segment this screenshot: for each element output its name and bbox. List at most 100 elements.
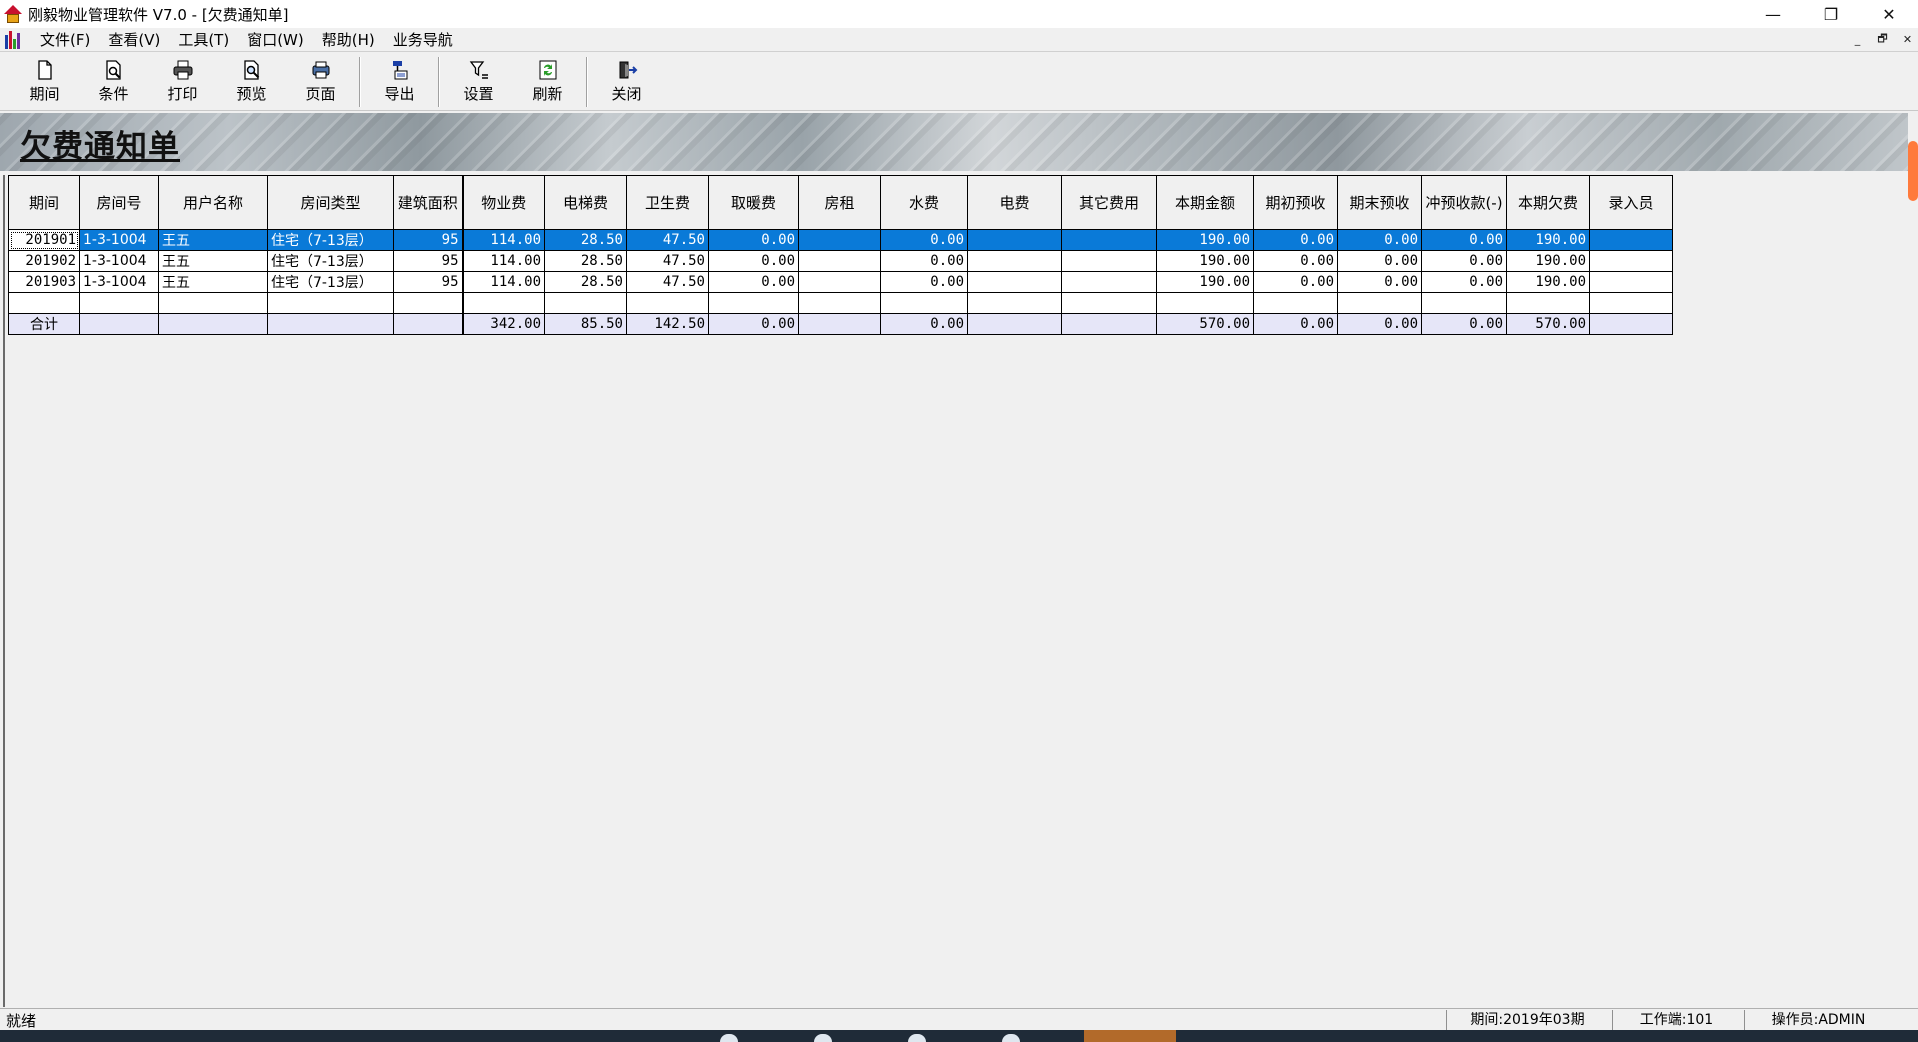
table-cell[interactable] xyxy=(708,292,799,314)
menu-window[interactable]: 窗口(W) xyxy=(238,29,313,50)
column-header[interactable]: 建筑面积 xyxy=(393,175,464,230)
table-cell[interactable]: 201901 xyxy=(8,229,80,251)
table-cell[interactable]: 住宅（7-13层） xyxy=(267,271,394,293)
mdi-restore-button[interactable]: 🗗 xyxy=(1874,31,1891,48)
table-cell[interactable] xyxy=(798,313,881,335)
column-header[interactable]: 冲预收款(-) xyxy=(1421,175,1507,230)
column-header[interactable]: 电梯费 xyxy=(544,175,627,230)
table-cell[interactable]: 0.00 xyxy=(1253,250,1338,272)
column-header[interactable]: 物业费 xyxy=(462,175,545,230)
menu-file[interactable]: 文件(F) xyxy=(31,29,99,50)
export-button[interactable]: 导出 xyxy=(365,56,434,108)
table-cell[interactable]: 0.00 xyxy=(880,250,968,272)
table-cell[interactable]: 0.00 xyxy=(880,229,968,251)
condition-button[interactable]: 条件 xyxy=(79,56,148,108)
table-cell[interactable] xyxy=(967,313,1062,335)
table-cell[interactable] xyxy=(798,250,881,272)
period-button[interactable]: 期间 xyxy=(10,56,79,108)
table-cell[interactable]: 190.00 xyxy=(1506,250,1590,272)
mdi-minimize-button[interactable]: _ xyxy=(1849,31,1866,48)
menu-business-nav[interactable]: 业务导航 xyxy=(384,29,462,50)
table-cell[interactable]: 0.00 xyxy=(880,313,968,335)
table-cell[interactable]: 190.00 xyxy=(1156,229,1254,251)
table-cell[interactable]: 1-3-1004 xyxy=(79,250,159,272)
taskbar-icon[interactable] xyxy=(814,1034,832,1042)
table-cell[interactable] xyxy=(798,292,881,314)
table-cell[interactable]: 0.00 xyxy=(708,271,799,293)
column-header[interactable]: 电费 xyxy=(967,175,1062,230)
table-cell[interactable] xyxy=(158,292,268,314)
table-cell[interactable]: 201902 xyxy=(8,250,80,272)
table-cell[interactable]: 47.50 xyxy=(626,271,709,293)
table-cell[interactable] xyxy=(79,313,159,335)
table-cell[interactable] xyxy=(1589,313,1673,335)
table-cell[interactable]: 142.50 xyxy=(626,313,709,335)
table-cell[interactable]: 0.00 xyxy=(1337,313,1422,335)
chart-icon[interactable] xyxy=(5,30,25,49)
refresh-button[interactable]: 刷新 xyxy=(513,56,582,108)
table-cell[interactable]: 114.00 xyxy=(462,250,545,272)
table-cell[interactable] xyxy=(1337,292,1422,314)
vertical-scrollbar[interactable] xyxy=(1908,113,1918,1007)
table-cell[interactable]: 95 xyxy=(393,271,464,293)
table-cell[interactable]: 0.00 xyxy=(1253,271,1338,293)
table-cell[interactable]: 王五 xyxy=(158,250,268,272)
scrollbar-thumb[interactable] xyxy=(1908,141,1918,201)
close-button[interactable]: ✕ xyxy=(1860,0,1918,28)
table-cell[interactable] xyxy=(880,292,968,314)
table-cell[interactable]: 190.00 xyxy=(1506,271,1590,293)
table-cell[interactable]: 1-3-1004 xyxy=(79,229,159,251)
taskbar-icon[interactable] xyxy=(720,1034,738,1042)
table-cell[interactable]: 95 xyxy=(393,250,464,272)
table-cell[interactable] xyxy=(393,313,464,335)
column-header[interactable]: 房租 xyxy=(798,175,881,230)
table-cell[interactable]: 28.50 xyxy=(544,229,627,251)
table-cell[interactable] xyxy=(1421,292,1507,314)
table-cell[interactable]: 201903 xyxy=(8,271,80,293)
preview-button[interactable]: 预览 xyxy=(217,56,286,108)
mdi-close-button[interactable]: ✕ xyxy=(1899,31,1916,48)
table-cell[interactable]: 95 xyxy=(393,229,464,251)
table-cell[interactable]: 28.50 xyxy=(544,271,627,293)
table-cell[interactable] xyxy=(1061,271,1157,293)
table-cell[interactable] xyxy=(798,271,881,293)
table-cell[interactable] xyxy=(79,292,159,314)
table-cell[interactable] xyxy=(544,292,627,314)
column-header[interactable]: 本期金额 xyxy=(1156,175,1254,230)
column-header[interactable]: 房间号 xyxy=(79,175,159,230)
table-cell[interactable]: 0.00 xyxy=(880,271,968,293)
table-cell[interactable] xyxy=(393,292,464,314)
table-total-row[interactable]: 合计 342.00 85.50 142.50 0.00 0.00 570.00 0.00 0.0… xyxy=(8,313,1673,335)
table-cell[interactable] xyxy=(798,229,881,251)
menu-help[interactable]: 帮助(H) xyxy=(313,29,384,50)
table-cell[interactable] xyxy=(1589,250,1673,272)
table-cell[interactable] xyxy=(967,292,1062,314)
table-row[interactable] xyxy=(8,292,1673,314)
column-header[interactable]: 期初预收 xyxy=(1253,175,1338,230)
table-cell[interactable] xyxy=(267,292,394,314)
table-cell[interactable]: 0.00 xyxy=(708,313,799,335)
table-cell[interactable]: 0.00 xyxy=(1421,313,1507,335)
table-cell[interactable] xyxy=(267,313,394,335)
table-cell[interactable]: 570.00 xyxy=(1506,313,1590,335)
table-row[interactable]: 201902 1-3-1004 王五 住宅（7-13层） 95 114.00 28.50 47… xyxy=(8,250,1673,272)
table-cell[interactable]: 王五 xyxy=(158,271,268,293)
table-cell[interactable] xyxy=(1253,292,1338,314)
table-cell[interactable]: 190.00 xyxy=(1156,250,1254,272)
table-cell[interactable]: 0.00 xyxy=(1421,271,1507,293)
table-cell[interactable]: 47.50 xyxy=(626,229,709,251)
table-cell[interactable]: 合计 xyxy=(8,313,80,335)
table-cell[interactable]: 570.00 xyxy=(1156,313,1254,335)
table-cell[interactable]: 85.50 xyxy=(544,313,627,335)
table-cell[interactable] xyxy=(967,250,1062,272)
table-cell[interactable]: 0.00 xyxy=(1253,229,1338,251)
menu-tools[interactable]: 工具(T) xyxy=(169,29,238,50)
table-cell[interactable] xyxy=(8,292,80,314)
settings-button[interactable]: 设置 xyxy=(444,56,513,108)
taskbar-icon[interactable] xyxy=(908,1034,926,1042)
column-header[interactable]: 其它费用 xyxy=(1061,175,1157,230)
column-header[interactable]: 本期欠费 xyxy=(1506,175,1590,230)
table-cell[interactable] xyxy=(1589,292,1673,314)
table-cell[interactable] xyxy=(626,292,709,314)
menu-view[interactable]: 查看(V) xyxy=(99,29,169,50)
